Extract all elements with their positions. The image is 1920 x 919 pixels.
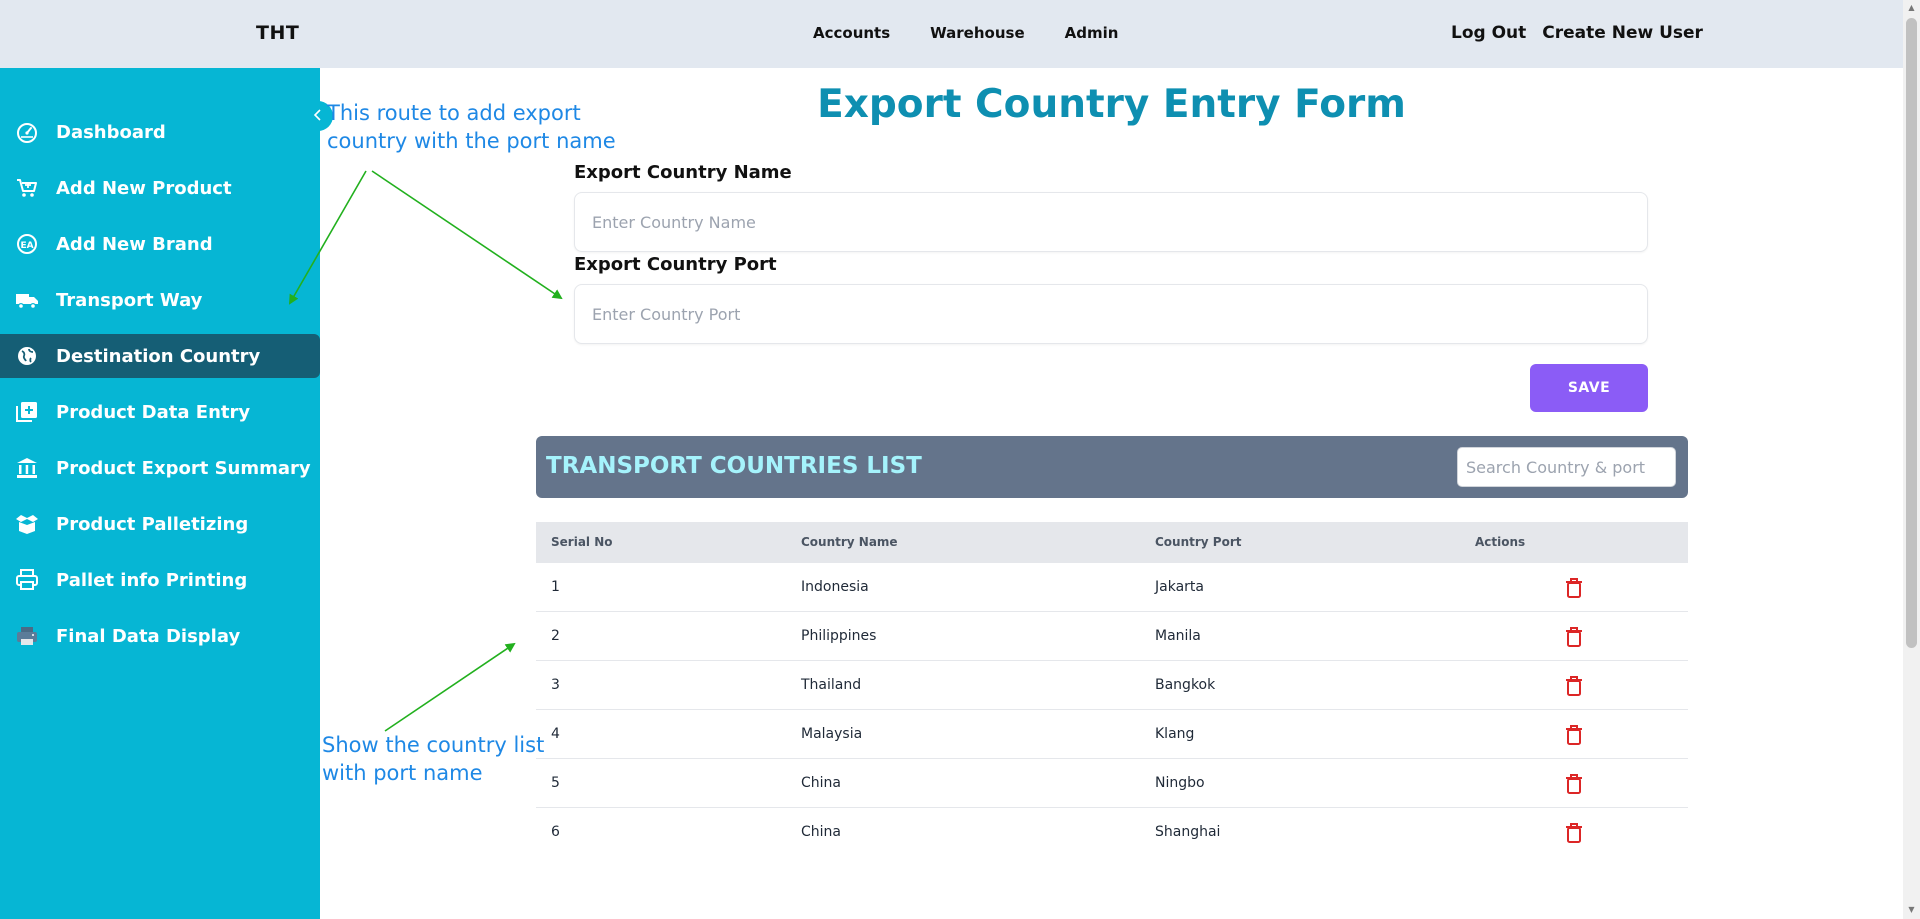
cell-serial: 4 <box>551 726 560 742</box>
sidebar-item-pallet-printing[interactable]: Pallet info Printing <box>0 558 320 602</box>
cell-country: China <box>801 824 841 840</box>
sidebar-item-destination-country[interactable]: Destination Country <box>0 334 320 378</box>
sidebar-item-label: Product Data Entry <box>56 401 251 423</box>
search-box <box>1457 447 1676 487</box>
annotation-bottom-line1: Show the country list <box>322 733 545 757</box>
sidebar-item-export-summary[interactable]: Product Export Summary <box>0 446 320 490</box>
save-button[interactable]: SAVE <box>1530 364 1648 412</box>
sidebar-item-add-product[interactable]: Add New Product <box>0 166 320 210</box>
cell-serial: 2 <box>551 628 560 644</box>
column-header-port: Country Port <box>1155 535 1242 549</box>
sidebar: Dashboard Add New Product EA Add New Bra… <box>0 68 320 919</box>
cell-serial: 5 <box>551 775 560 791</box>
cell-serial: 6 <box>551 824 560 840</box>
brand-badge-icon: EA <box>15 233 39 255</box>
sidebar-item-dashboard[interactable]: Dashboard <box>0 110 320 154</box>
create-user-link[interactable]: Create New User <box>1542 23 1703 43</box>
sidebar-item-label: Product Palletizing <box>56 513 249 535</box>
sidebar-item-product-data-entry[interactable]: Product Data Entry <box>0 390 320 434</box>
sidebar-item-transport-way[interactable]: Transport Way <box>0 278 320 322</box>
country-port-label: Export Country Port <box>574 254 777 275</box>
sidebar-item-label: Destination Country <box>56 345 261 367</box>
scroll-down-arrow-icon[interactable]: ▼ <box>1906 905 1917 917</box>
country-name-label: Export Country Name <box>574 162 792 183</box>
table-row: 4 Malaysia Klang <box>536 710 1688 759</box>
country-name-input[interactable] <box>575 193 1647 251</box>
column-header-country: Country Name <box>801 535 898 549</box>
sidebar-item-palletizing[interactable]: Product Palletizing <box>0 502 320 546</box>
sidebar-item-final-data[interactable]: Final Data Display <box>0 614 320 658</box>
sidebar-item-label: Product Export Summary <box>56 457 311 479</box>
user-actions: Log Out Create New User <box>1451 23 1703 43</box>
box-icon <box>15 513 39 535</box>
sidebar-item-label: Pallet info Printing <box>56 569 248 591</box>
table-header: Serial No Country Name Country Port Acti… <box>536 522 1688 563</box>
country-port-field-wrapper <box>574 284 1648 344</box>
brand-logo[interactable]: THT <box>256 22 299 44</box>
svg-text:EA: EA <box>20 241 33 251</box>
annotation-top-line2: country with the port name <box>327 129 616 153</box>
sidebar-item-label: Dashboard <box>56 121 166 143</box>
sidebar-item-label: Add New Product <box>56 177 232 199</box>
trash-icon[interactable] <box>1564 577 1584 599</box>
trash-icon[interactable] <box>1564 724 1584 746</box>
cell-port: Shanghai <box>1155 824 1221 840</box>
cell-country: Philippines <box>801 628 877 644</box>
cell-country: Indonesia <box>801 579 869 595</box>
cell-country: China <box>801 775 841 791</box>
sidebar-item-label: Transport Way <box>56 289 203 311</box>
trash-icon[interactable] <box>1564 773 1584 795</box>
add-box-icon <box>15 401 39 423</box>
nav-accounts[interactable]: Accounts <box>813 24 890 42</box>
logout-link[interactable]: Log Out <box>1451 23 1526 43</box>
cell-port: Ningbo <box>1155 775 1205 791</box>
truck-icon <box>15 289 39 311</box>
cell-port: Bangkok <box>1155 677 1216 693</box>
sidebar-item-add-brand[interactable]: EA Add New Brand <box>0 222 320 266</box>
table-row: 5 China Ningbo <box>536 759 1688 808</box>
list-header: TRANSPORT COUNTRIES LIST <box>536 436 1688 498</box>
cell-country: Thailand <box>801 677 862 693</box>
table-row: 1 Indonesia Jakarta <box>536 563 1688 612</box>
globe-icon <box>15 345 39 367</box>
list-title: TRANSPORT COUNTRIES LIST <box>546 453 922 479</box>
annotation-bottom: Show the country list with port name <box>322 731 544 787</box>
cell-country: Malaysia <box>801 726 863 742</box>
table-row: 6 China Shanghai <box>536 808 1688 857</box>
cell-port: Manila <box>1155 628 1201 644</box>
cell-port: Jakarta <box>1155 579 1204 595</box>
country-port-input[interactable] <box>575 285 1647 343</box>
sidebar-item-label: Add New Brand <box>56 233 213 255</box>
desktop-printer-icon <box>15 625 39 647</box>
annotation-bottom-line2: with port name <box>322 761 483 785</box>
top-nav: Accounts Warehouse Admin <box>813 24 1118 42</box>
dashboard-icon <box>15 121 39 143</box>
top-navbar: THT Accounts Warehouse Admin Log Out Cre… <box>0 0 1903 68</box>
trash-icon[interactable] <box>1564 626 1584 648</box>
cell-port: Klang <box>1155 726 1195 742</box>
bank-icon <box>15 457 39 479</box>
cart-icon <box>15 177 39 199</box>
search-input[interactable] <box>1458 448 1675 486</box>
table-row: 2 Philippines Manila <box>536 612 1688 661</box>
nav-warehouse[interactable]: Warehouse <box>930 24 1024 42</box>
cell-serial: 3 <box>551 677 560 693</box>
table-row: 3 Thailand Bangkok <box>536 661 1688 710</box>
arrow-to-form <box>371 170 563 300</box>
annotation-top-line1: This route to add export <box>327 101 581 125</box>
annotation-top: This route to add export country with th… <box>327 99 616 155</box>
scroll-up-arrow-icon[interactable]: ▲ <box>1906 3 1917 15</box>
trash-icon[interactable] <box>1564 675 1584 697</box>
printer-icon <box>15 569 39 591</box>
country-name-field-wrapper <box>574 192 1648 252</box>
arrow-to-table <box>384 642 516 732</box>
trash-icon[interactable] <box>1564 822 1584 844</box>
cell-serial: 1 <box>551 579 560 595</box>
column-header-serial: Serial No <box>551 535 613 549</box>
column-header-actions: Actions <box>1475 535 1526 549</box>
nav-admin[interactable]: Admin <box>1065 24 1119 42</box>
scrollbar-thumb[interactable] <box>1906 18 1917 648</box>
sidebar-item-label: Final Data Display <box>56 625 241 647</box>
